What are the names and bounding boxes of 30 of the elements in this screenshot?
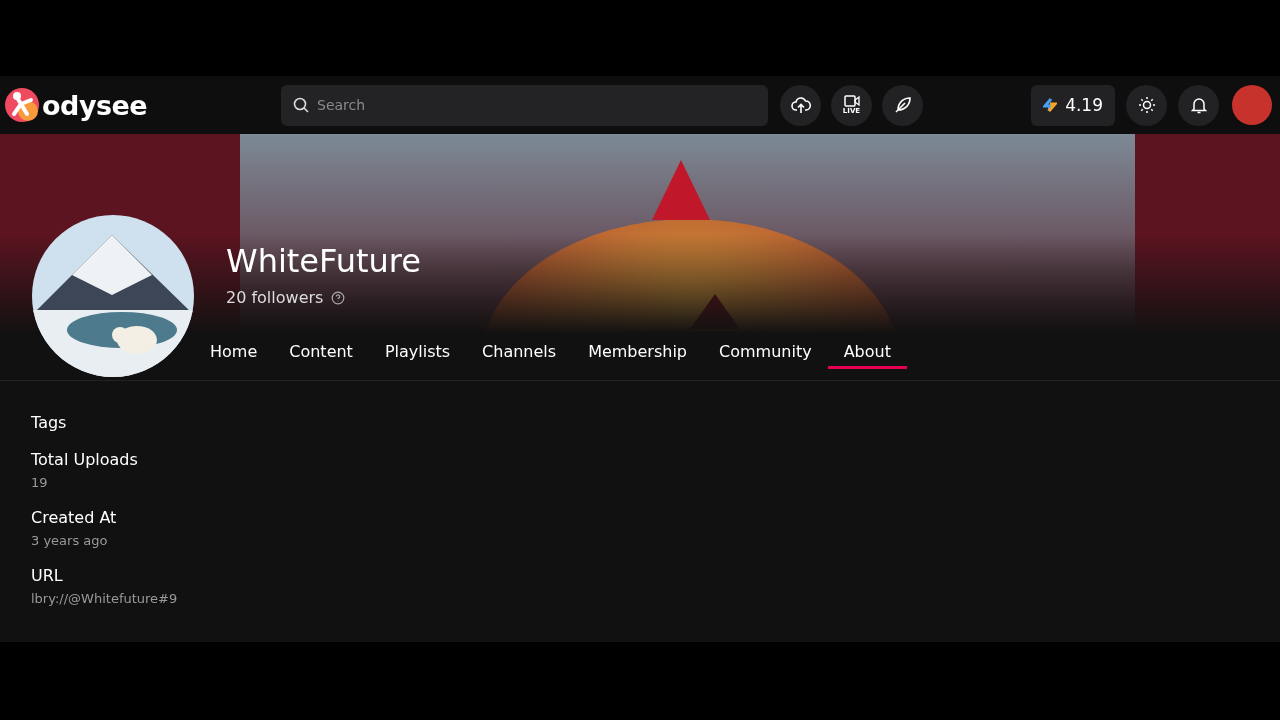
field-value: 3 years ago [31,533,109,548]
feather-icon [893,96,912,114]
channel-tab[interactable]: Channels [466,336,573,369]
field-label: Tags [31,413,68,432]
channel-tab[interactable]: About [827,336,907,369]
cloud-upload-icon [790,96,811,114]
channel-tab[interactable]: Home [194,336,274,369]
search-field[interactable]: Search [281,84,768,126]
upload-button[interactable] [780,84,821,126]
notifications-button[interactable] [1178,84,1219,126]
user-avatar[interactable] [1232,85,1272,125]
channel-tab[interactable]: Content [273,336,369,369]
field-label: URL [31,566,64,585]
channel-tab[interactable]: Community [703,336,828,369]
bell-icon [1190,96,1207,114]
logo-text[interactable]: odysee [42,89,148,121]
odysee-logo-icon[interactable] [4,87,40,123]
credits-icon [1043,98,1058,112]
search-icon [293,96,309,113]
field-label: Total Uploads [31,450,139,469]
field-value: 19 [31,475,49,490]
credits-balance[interactable]: 4.19 [1031,84,1115,126]
field-value: lbry://@Whitefuture#9 [31,591,179,606]
post-button[interactable] [882,84,923,126]
sun-icon [1137,96,1156,114]
channel-tab[interactable]: Playlists [368,336,467,369]
field-label: Created At [31,508,118,527]
theme-toggle-button[interactable] [1126,84,1167,126]
video-camera-icon [843,95,860,107]
channel-tab[interactable]: Membership [572,336,703,369]
